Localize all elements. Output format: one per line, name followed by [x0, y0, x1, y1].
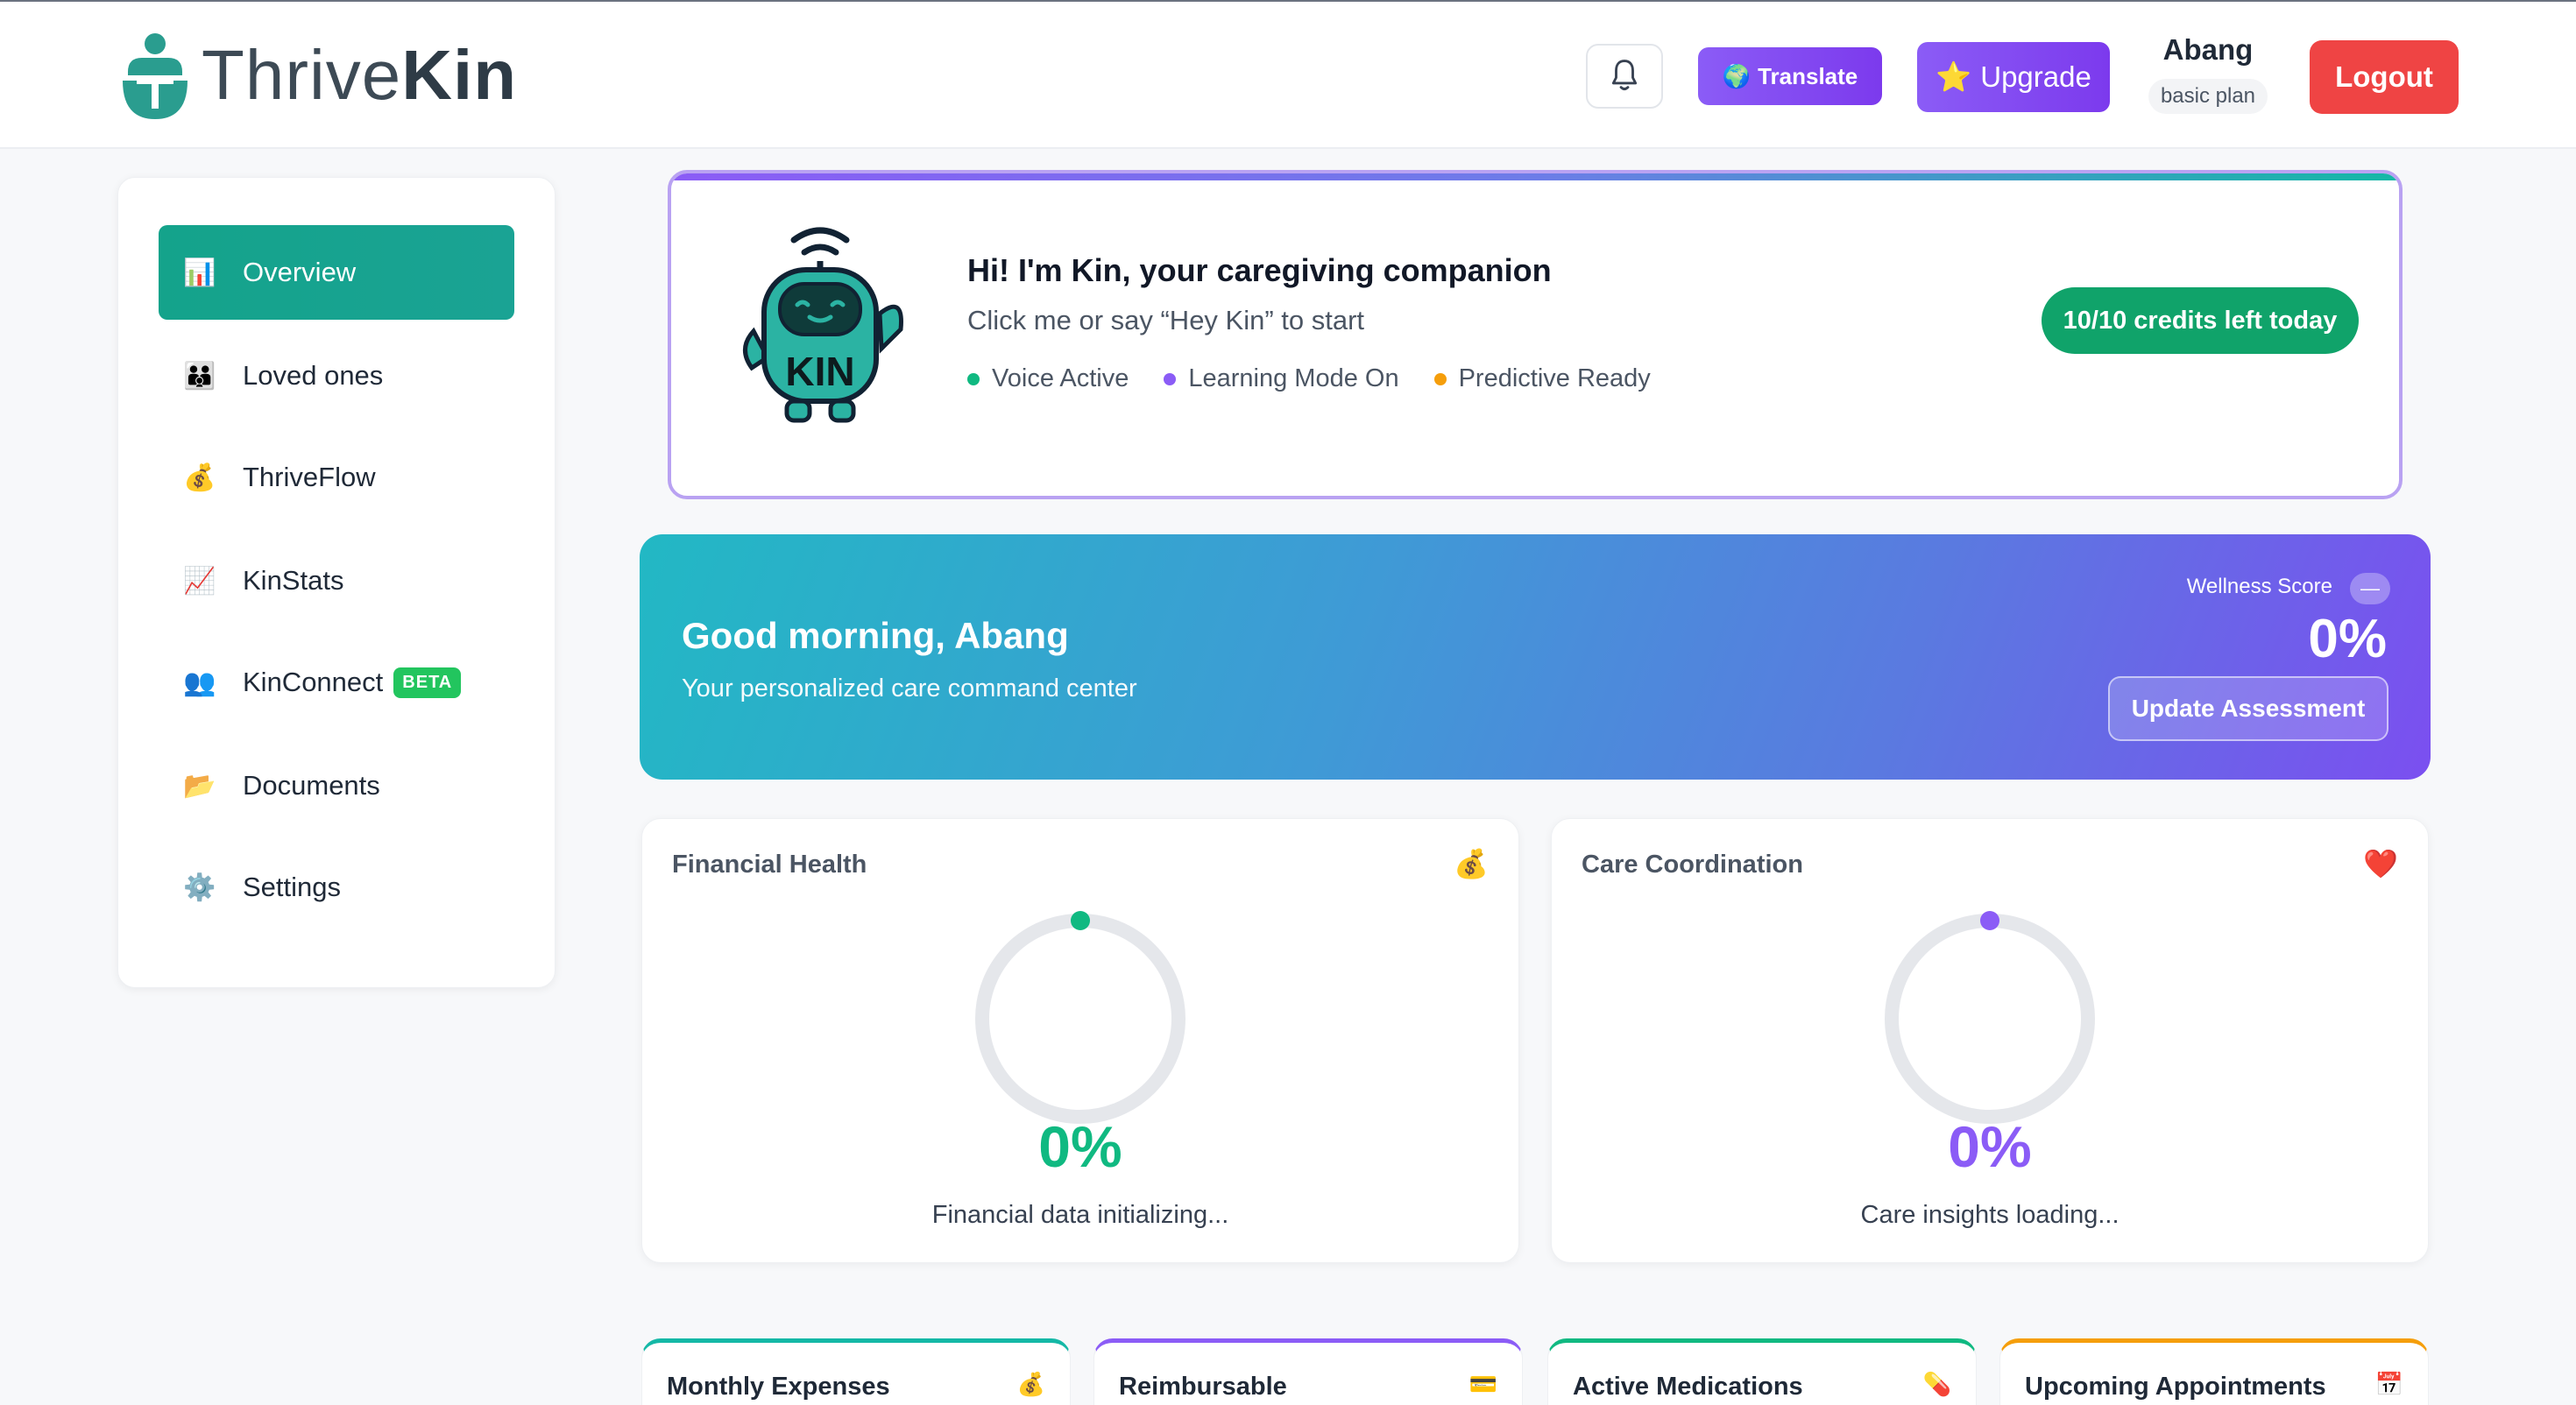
- sidebar-item-label: KinStats: [243, 565, 344, 596]
- kin-assistant-card[interactable]: KIN Hi! I'm Kin, your caregiving compani…: [668, 170, 2403, 499]
- money-bag-icon: 💰: [1016, 1371, 1045, 1397]
- kin-bot-label: KIN: [785, 349, 854, 394]
- metric-value: 0%: [1948, 1114, 2032, 1179]
- wellness-score-value: 0%: [2308, 609, 2387, 669]
- care-coordination-card[interactable]: Care Coordination ❤️ 0% Care insights lo…: [1551, 818, 2429, 1263]
- gear-icon: ⚙️: [183, 872, 216, 902]
- logo-mark-icon: [119, 32, 191, 119]
- folder-icon: 📂: [183, 771, 216, 801]
- sidebar-item-label: Documents: [243, 770, 380, 801]
- calendar-icon: 📅: [2374, 1371, 2403, 1397]
- credits-badge: 10/10 credits left today: [2042, 287, 2359, 354]
- logo-text: ThriveKin: [202, 36, 518, 114]
- care-progress-ring: [1885, 911, 2095, 1124]
- pill-icon: 💊: [1922, 1371, 1951, 1397]
- sidebar-item-label: Loved ones: [243, 360, 384, 391]
- beta-badge: BETA: [393, 667, 462, 698]
- active-medications-card[interactable]: Active Medications 💊: [1547, 1338, 1977, 1405]
- sidebar-nav: 📊 Overview 👪 Loved ones 💰 ThriveFlow 📈 K…: [117, 177, 556, 988]
- financial-health-card[interactable]: Financial Health 💰 0% Financial data ini…: [641, 818, 1519, 1263]
- sidebar-item-label: ThriveFlow: [243, 462, 376, 492]
- logout-button[interactable]: Logout: [2310, 40, 2459, 114]
- upgrade-label: Upgrade: [1980, 60, 2091, 93]
- heart-icon: ❤️: [2363, 848, 2398, 879]
- monthly-expenses-card[interactable]: Monthly Expenses 💰: [641, 1338, 1071, 1405]
- user-name: Abang: [2162, 33, 2254, 66]
- upgrade-button[interactable]: ⭐ Upgrade: [1917, 42, 2110, 112]
- kin-subtitle: Click me or say “Hey Kin” to start: [967, 305, 1365, 335]
- greeting-title: Good morning, Abang: [682, 615, 1069, 656]
- status-dot-icon: [1433, 373, 1447, 386]
- sidebar-item-settings[interactable]: ⚙️ Settings: [159, 840, 514, 935]
- people-icon: 👥: [183, 667, 216, 697]
- bell-icon: [1611, 60, 1638, 91]
- notifications-button[interactable]: [1586, 44, 1663, 109]
- translate-label: Translate: [1758, 62, 1858, 89]
- money-bag-icon: 💰: [1454, 848, 1489, 879]
- user-profile[interactable]: Abang basic plan: [2138, 33, 2278, 114]
- sidebar-item-overview[interactable]: 📊 Overview: [159, 225, 514, 320]
- wellness-collapse-toggle[interactable]: —: [2350, 573, 2390, 604]
- card-title: Upcoming Appointments: [2025, 1373, 2326, 1401]
- kin-status-list: Voice Active Learning Mode On Predictive…: [967, 364, 1651, 393]
- sidebar-item-thriveflow[interactable]: 💰 ThriveFlow: [159, 430, 514, 525]
- sidebar-item-kinstats[interactable]: 📈 KinStats: [159, 533, 514, 628]
- upcoming-appointments-card[interactable]: Upcoming Appointments 📅: [1999, 1338, 2429, 1405]
- top-header: ThriveKin 🌍 Translate ⭐ Upgrade Abang ba…: [0, 2, 2576, 149]
- status-voice-active: Voice Active: [967, 364, 1129, 393]
- sidebar-item-label: KinConnect: [243, 667, 384, 697]
- greeting-banner: Good morning, Abang Your personalized ca…: [640, 534, 2431, 780]
- kin-title: Hi! I'm Kin, your caregiving companion: [967, 252, 1552, 288]
- card-title: Reimbursable: [1119, 1373, 1287, 1401]
- star-icon: ⭐: [1936, 60, 1972, 93]
- globe-icon: 🌍: [1722, 62, 1752, 89]
- metric-title: Financial Health: [672, 851, 867, 879]
- sidebar-item-label: Settings: [243, 872, 342, 902]
- card-title: Active Medications: [1573, 1373, 1803, 1401]
- user-plan-badge: basic plan: [2148, 79, 2268, 114]
- status-dot-icon: [1164, 373, 1177, 386]
- money-bag-icon: 💰: [183, 462, 216, 492]
- reimbursable-card[interactable]: Reimbursable 💳: [1093, 1338, 1523, 1405]
- metric-note: Care insights loading...: [1860, 1201, 2120, 1229]
- financial-progress-ring: [975, 911, 1185, 1124]
- card-title: Monthly Expenses: [667, 1373, 890, 1401]
- trend-chart-icon: 📈: [183, 566, 216, 596]
- sidebar-item-kinconnect[interactable]: 👥 KinConnect BETA: [159, 635, 514, 730]
- sidebar-item-loved-ones[interactable]: 👪 Loved ones: [159, 328, 514, 423]
- status-dot-icon: [967, 373, 980, 386]
- status-predictive-ready: Predictive Ready: [1433, 364, 1651, 393]
- translate-button[interactable]: 🌍 Translate: [1698, 47, 1882, 105]
- sidebar-item-documents[interactable]: 📂 Documents: [159, 738, 514, 833]
- metric-title: Care Coordination: [1582, 851, 1803, 879]
- sidebar-item-label: Overview: [243, 257, 357, 287]
- metric-value: 0%: [1038, 1114, 1122, 1179]
- greeting-subtitle: Your personalized care command center: [682, 674, 1137, 702]
- update-assessment-button[interactable]: Update Assessment: [2108, 676, 2388, 741]
- status-learning-mode: Learning Mode On: [1164, 364, 1399, 393]
- kin-card-accent-bar: [671, 173, 2399, 180]
- family-icon: 👪: [183, 361, 216, 391]
- kin-robot-avatar[interactable]: KIN: [732, 217, 908, 427]
- chart-icon: 📊: [183, 258, 216, 287]
- thrivekin-logo[interactable]: ThriveKin: [119, 32, 517, 119]
- wellness-score-label: Wellness Score: [2186, 575, 2332, 598]
- metric-note: Financial data initializing...: [931, 1201, 1229, 1229]
- credit-card-icon: 💳: [1468, 1371, 1497, 1397]
